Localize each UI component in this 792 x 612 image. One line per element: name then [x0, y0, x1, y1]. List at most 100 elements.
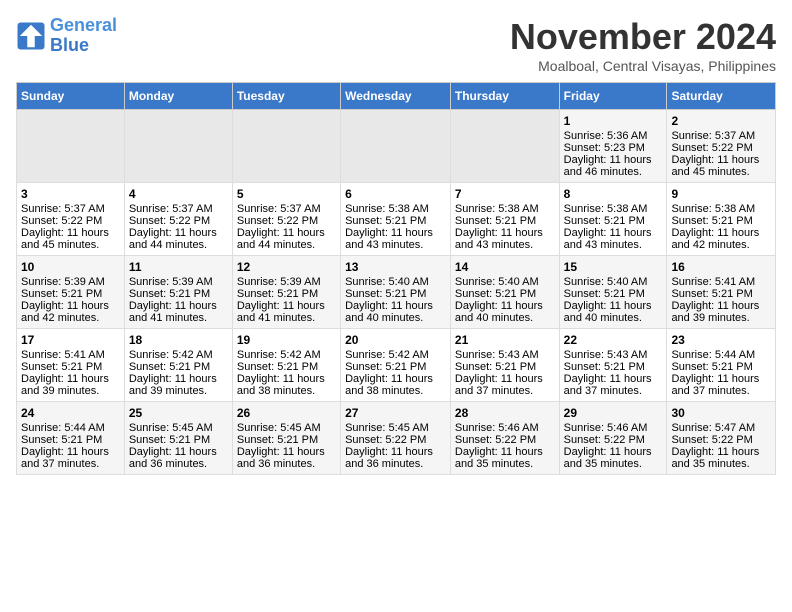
day-number: 6 — [345, 187, 446, 201]
weekday-header-friday: Friday — [559, 83, 667, 110]
header: General Blue November 2024 Moalboal, Cen… — [16, 16, 776, 74]
calendar-cell: 1Sunrise: 5:36 AMSunset: 5:23 PMDaylight… — [559, 110, 667, 183]
calendar-body: 1 Sunrise: 5:36 AMSunset: 5:23 PM Daylight… — [17, 110, 776, 475]
sunrise-text: Sunrise: 5:42 AM — [129, 349, 228, 361]
sunrise-text: Sunrise: 5:47 AM — [671, 422, 771, 434]
weekday-header-thursday: Thursday — [450, 83, 559, 110]
sunrise-text: Sunrise: 5:37 AM — [237, 203, 336, 215]
calendar-cell: 29Sunrise: 5:46 AMSunset: 5:22 PMDayligh… — [559, 402, 667, 475]
sunset-text: Sunset: 5:21 PM — [237, 434, 336, 446]
calendar-week-5: 24Sunrise: 5:44 AMSunset: 5:21 PMDayligh… — [17, 402, 776, 475]
day-number: 12 — [237, 260, 336, 274]
sunrise-text: Sunrise: 5:44 AM — [21, 422, 120, 434]
sunrise-text: Sunrise: 5:37 AM — [129, 203, 228, 215]
day-number: 15 — [564, 260, 663, 274]
sunrise-text: Sunrise: 5:43 AM — [455, 349, 555, 361]
daylight-text: Daylight: 11 hours and 40 minutes. — [564, 300, 663, 324]
sunset-text: Sunset: 5:22 PM — [345, 434, 446, 446]
sunrise-text: Sunrise: 5:42 AM — [237, 349, 336, 361]
title-area: November 2024 Moalboal, Central Visayas,… — [510, 16, 776, 74]
daylight-text: Daylight: 11 hours and 44 minutes. — [129, 227, 228, 251]
day-number: 22 — [564, 333, 663, 347]
calendar-cell: 30Sunrise: 5:47 AMSunset: 5:22 PMDayligh… — [667, 402, 776, 475]
sunset-text: Sunset: 5:21 PM — [21, 434, 120, 446]
sunrise-text: Sunrise: 5:39 AM — [129, 276, 228, 288]
day-number: 28 — [455, 406, 555, 420]
sunset-text: Sunset: 5:21 PM — [129, 434, 228, 446]
daylight-text: Daylight: 11 hours and 41 minutes. — [129, 300, 228, 324]
sunset-text: Sunset: 5:21 PM — [455, 215, 555, 227]
sunrise-text: Sunrise: 5:36 AM — [564, 130, 663, 142]
daylight-text: Daylight: 11 hours and 40 minutes. — [345, 300, 446, 324]
calendar-cell: 5Sunrise: 5:37 AMSunset: 5:22 PMDaylight… — [232, 183, 340, 256]
daylight-text: Daylight: 11 hours and 43 minutes. — [455, 227, 555, 251]
day-number: 24 — [21, 406, 120, 420]
sunset-text: Sunset: 5:22 PM — [129, 215, 228, 227]
calendar-week-3: 10Sunrise: 5:39 AMSunset: 5:21 PMDayligh… — [17, 256, 776, 329]
calendar-cell — [124, 110, 232, 183]
daylight-text: Daylight: 11 hours and 37 minutes. — [564, 373, 663, 397]
calendar-cell: 12Sunrise: 5:39 AMSunset: 5:21 PMDayligh… — [232, 256, 340, 329]
daylight-text: Daylight: 11 hours and 45 minutes. — [21, 227, 120, 251]
daylight-text: Daylight: 11 hours and 39 minutes. — [671, 300, 771, 324]
sunrise-text: Sunrise: 5:38 AM — [671, 203, 771, 215]
sunset-text: Sunset: 5:21 PM — [345, 288, 446, 300]
sunset-text: Sunset: 5:21 PM — [564, 215, 663, 227]
sunrise-text: Sunrise: 5:43 AM — [564, 349, 663, 361]
sunrise-text: Sunrise: 5:46 AM — [564, 422, 663, 434]
sunset-text: Sunset: 5:22 PM — [21, 215, 120, 227]
day-number: 23 — [671, 333, 771, 347]
sunrise-text: Sunrise: 5:45 AM — [129, 422, 228, 434]
day-number: 1 — [564, 114, 663, 128]
calendar-cell: 20Sunrise: 5:42 AMSunset: 5:21 PMDayligh… — [341, 329, 451, 402]
day-number: 4 — [129, 187, 228, 201]
weekday-header-monday: Monday — [124, 83, 232, 110]
sunset-text: Sunset: 5:21 PM — [671, 361, 771, 373]
sunset-text: Sunset: 5:21 PM — [455, 288, 555, 300]
weekday-header-tuesday: Tuesday — [232, 83, 340, 110]
sunrise-text: Sunrise: 5:41 AM — [21, 349, 120, 361]
day-number: 10 — [21, 260, 120, 274]
calendar-cell: 19Sunrise: 5:42 AMSunset: 5:21 PMDayligh… — [232, 329, 340, 402]
sunset-text: Sunset: 5:21 PM — [345, 361, 446, 373]
calendar-week-2: 3Sunrise: 5:37 AMSunset: 5:22 PMDaylight… — [17, 183, 776, 256]
day-number: 13 — [345, 260, 446, 274]
sunrise-text: Sunrise: 5:45 AM — [237, 422, 336, 434]
logo-icon — [16, 21, 46, 51]
calendar-cell: 26Sunrise: 5:45 AMSunset: 5:21 PMDayligh… — [232, 402, 340, 475]
sunset-text: Sunset: 5:21 PM — [237, 361, 336, 373]
daylight-text: Daylight: 11 hours and 42 minutes. — [671, 227, 771, 251]
calendar-week-4: 17Sunrise: 5:41 AMSunset: 5:21 PMDayligh… — [17, 329, 776, 402]
calendar-cell: 14Sunrise: 5:40 AMSunset: 5:21 PMDayligh… — [450, 256, 559, 329]
sunrise-text: Sunrise: 5:38 AM — [455, 203, 555, 215]
calendar-cell: 27Sunrise: 5:45 AMSunset: 5:22 PMDayligh… — [341, 402, 451, 475]
sunset-text: Sunset: 5:22 PM — [671, 434, 771, 446]
calendar-cell — [341, 110, 451, 183]
sunrise-text: Sunrise: 5:42 AM — [345, 349, 446, 361]
sunrise-text: Sunrise: 5:41 AM — [671, 276, 771, 288]
calendar-cell — [232, 110, 340, 183]
calendar-cell: 24 Sunrise: 5:44 AMSunset: 5:21 PMDayligh… — [17, 402, 125, 475]
calendar-cell: 16Sunrise: 5:41 AMSunset: 5:21 PMDayligh… — [667, 256, 776, 329]
calendar-cell: 18Sunrise: 5:42 AMSunset: 5:21 PMDayligh… — [124, 329, 232, 402]
day-number: 29 — [564, 406, 663, 420]
day-number: 19 — [237, 333, 336, 347]
daylight-text: Daylight: 11 hours and 42 minutes. — [21, 300, 120, 324]
sunset-text: Sunset: 5:22 PM — [237, 215, 336, 227]
calendar-cell — [17, 110, 125, 183]
weekday-header-wednesday: Wednesday — [341, 83, 451, 110]
calendar-cell: 3Sunrise: 5:37 AMSunset: 5:22 PMDaylight… — [17, 183, 125, 256]
logo-text: General Blue — [50, 16, 117, 56]
daylight-text: Daylight: 11 hours and 45 minutes. — [671, 154, 771, 178]
weekday-header-sunday: Sunday — [17, 83, 125, 110]
weekday-header-row: SundayMondayTuesdayWednesdayThursdayFrid… — [17, 83, 776, 110]
sunrise-text: Sunrise: 5:38 AM — [564, 203, 663, 215]
sunset-text: Sunset: 5:21 PM — [129, 288, 228, 300]
daylight-text: Daylight: 11 hours and 36 minutes. — [129, 446, 228, 470]
sunset-text: Sunset: 5:23 PM — [564, 142, 663, 154]
sunset-text: Sunset: 5:22 PM — [671, 142, 771, 154]
calendar-cell: 28Sunrise: 5:46 AMSunset: 5:22 PMDayligh… — [450, 402, 559, 475]
calendar-cell: 21Sunrise: 5:43 AMSunset: 5:21 PMDayligh… — [450, 329, 559, 402]
calendar-cell: 8Sunrise: 5:38 AMSunset: 5:21 PMDaylight… — [559, 183, 667, 256]
daylight-text: Daylight: 11 hours and 37 minutes. — [21, 446, 120, 470]
